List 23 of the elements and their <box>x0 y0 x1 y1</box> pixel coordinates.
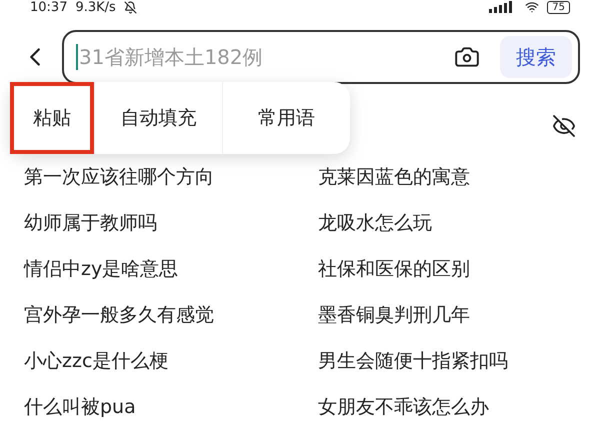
suggestion-link[interactable]: 女朋友不乖该怎么办 <box>312 394 600 421</box>
suggestion-link[interactable]: 龙吸水怎么玩 <box>312 210 600 237</box>
suggestion-link[interactable]: 墨香铜臭判刑几年 <box>312 302 600 329</box>
status-time: 10:37 <box>30 0 68 14</box>
battery-icon: 75 <box>547 0 570 14</box>
hide-icon[interactable] <box>552 114 576 138</box>
search-placeholder: 31省新增本土182例 <box>79 44 263 71</box>
wifi-icon <box>525 0 540 14</box>
suggestion-link[interactable]: 第一次应该往哪个方向 <box>24 164 312 191</box>
suggestion-link[interactable]: 社保和医保的区别 <box>312 256 600 283</box>
menu-item[interactable]: 常用语 <box>222 82 350 154</box>
suggestion-link[interactable]: 什么叫被pua <box>24 394 312 421</box>
suggestion-link[interactable]: 宫外孕一般多久有感觉 <box>24 302 312 329</box>
suggestion-link[interactable]: 情侣中zy是啥意思 <box>24 256 312 283</box>
bell-off-icon <box>124 0 137 14</box>
suggestion-link[interactable]: 克莱因蓝色的寓意 <box>312 164 600 191</box>
menu-item[interactable]: 自动填充 <box>94 82 222 154</box>
menu-item[interactable]: 粘贴 <box>10 82 94 154</box>
search-button[interactable]: 搜索 <box>500 36 572 78</box>
suggestion-link[interactable]: 幼师属于教师吗 <box>24 210 312 237</box>
suggestion-link[interactable]: 小心zzc是什么梗 <box>24 348 312 375</box>
suggestion-link[interactable]: 男生会随便十指紧扣吗 <box>312 348 600 375</box>
network-speed: 9.3K/s <box>75 0 116 14</box>
